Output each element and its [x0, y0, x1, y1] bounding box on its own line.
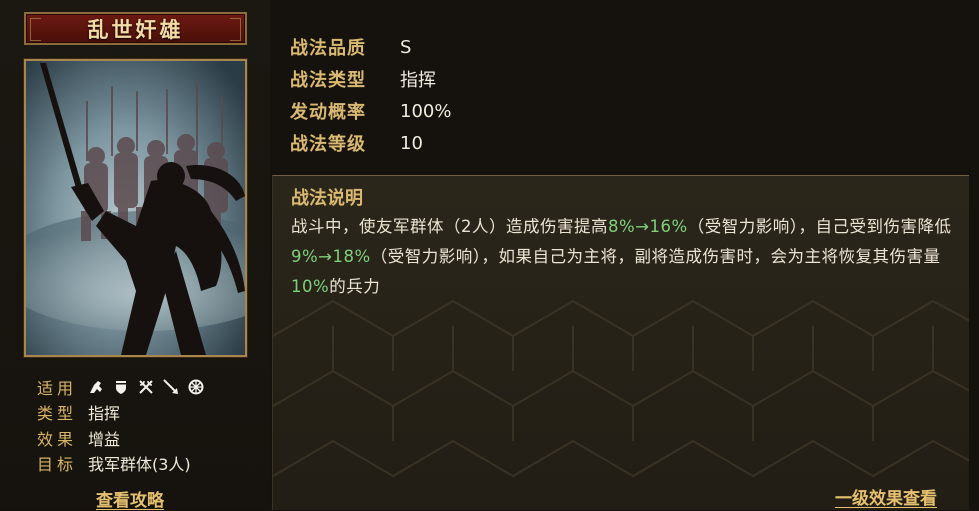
attr-probability-label: 发动概率	[290, 102, 366, 123]
skill-card-art	[24, 59, 247, 357]
desc-segment-2: （受智力影响），自己受到伤害降低	[687, 217, 952, 236]
target-label: 目标	[37, 455, 78, 475]
attr-quality-label: 战法品质	[290, 38, 366, 59]
wheel-icon	[188, 379, 204, 395]
desc-segment-4: 的兵力	[329, 277, 381, 296]
shield-icon	[113, 379, 129, 395]
effect-value: 增益	[88, 429, 121, 449]
target-row: 目标 我军群体(3人)	[37, 451, 204, 477]
target-value: 我军群体(3人)	[88, 455, 191, 475]
attr-quality-row: 战法品质 S	[290, 31, 451, 63]
attr-level-label: 战法等级	[290, 134, 366, 155]
skill-side-panel: 乱世奸雄 适用 类型 指挥 效果 增益 目标 我军群体(3人) 查看攻略	[0, 0, 270, 511]
cavalry-icon	[88, 379, 104, 395]
effect-label: 效果	[37, 429, 78, 449]
skill-attributes: 战法品质 S 战法类型 指挥 发动概率 100% 战法等级 10	[290, 31, 451, 159]
effect-row: 效果 增益	[37, 425, 204, 451]
view-strategy-link[interactable]: 查看攻略	[96, 486, 164, 511]
crossed-bows-icon	[138, 379, 154, 395]
attr-level-row: 战法等级 10	[290, 127, 451, 159]
desc-segment-1: 战斗中，使友军群体（2人）造成伤害提高	[291, 217, 608, 236]
spear-icon	[163, 379, 179, 395]
suitable-label: 适用	[37, 378, 78, 398]
description-title: 战法说明	[291, 188, 363, 209]
desc-damage-bonus: 8%→16%	[608, 217, 688, 236]
troop-type-icons	[88, 379, 204, 395]
attr-type-label: 战法类型	[290, 70, 366, 91]
skill-description-box: 战法说明 战斗中，使友军群体（2人）造成伤害提高8%→16%（受智力影响），自己…	[272, 175, 969, 510]
attr-type-value: 指挥	[400, 70, 436, 91]
type-row: 类型 指挥	[37, 400, 204, 426]
type-value: 指挥	[88, 404, 121, 424]
suitable-row: 适用	[37, 374, 204, 400]
attr-type-row: 战法类型 指挥	[290, 63, 451, 95]
attr-probability-row: 发动概率 100%	[290, 95, 451, 127]
description-text: 战斗中，使友军群体（2人）造成伤害提高8%→16%（受智力影响），自己受到伤害降…	[291, 212, 956, 302]
skill-name-plate: 乱世奸雄	[24, 12, 247, 45]
type-label: 类型	[37, 404, 78, 424]
view-level1-effect-link[interactable]: 一级效果查看	[835, 484, 937, 509]
attr-quality-value: S	[400, 36, 412, 58]
attr-probability-value: 100%	[400, 100, 452, 122]
desc-segment-3: （受智力影响），如果自己为主将，副将造成伤害时，会为主将恢复其伤害量	[370, 247, 941, 266]
desc-heal-ratio: 10%	[291, 277, 330, 296]
desc-damage-reduction: 9%→18%	[291, 247, 371, 266]
skill-name: 乱世奸雄	[87, 16, 184, 42]
attr-level-value: 10	[400, 132, 423, 154]
skill-detail-panel: 战法品质 S 战法类型 指挥 发动概率 100% 战法等级 10 战法说明 战斗…	[270, 0, 979, 510]
skill-info-list: 适用 类型 指挥 效果 增益 目标 我军群体(3人)	[37, 374, 204, 476]
warrior-silhouette-illustration	[26, 61, 245, 355]
